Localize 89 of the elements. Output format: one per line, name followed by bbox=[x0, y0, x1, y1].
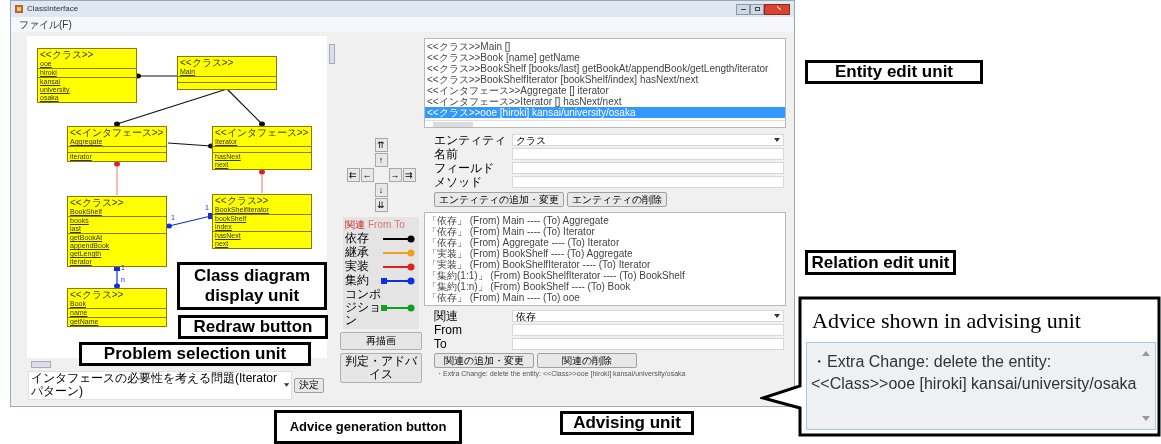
dependency-line bbox=[167, 142, 214, 149]
field-label: 名前 bbox=[434, 147, 459, 161]
legend-label: 依存 bbox=[345, 232, 370, 245]
annotation-label: Advice generation button bbox=[274, 410, 462, 444]
entity-list-item[interactable]: <<インタフェース>>Iterator [] hasNext/next bbox=[425, 96, 785, 107]
entity-list-item[interactable]: <<インタフェース>>Aggregate [] iterator bbox=[425, 85, 785, 96]
legend-label: コンポジション bbox=[345, 288, 381, 327]
move-button[interactable]: ⇈ bbox=[374, 138, 388, 152]
scroll-down-icon bbox=[1142, 416, 1150, 421]
relation-list-item[interactable]: 「実装」 (From) BookShelf ---- (To) Aggregate bbox=[425, 248, 785, 259]
class-stereotype: <<クラス>> bbox=[179, 57, 235, 68]
caret-icon bbox=[283, 383, 289, 387]
caret-icon bbox=[774, 314, 780, 318]
field-label: メソッド bbox=[434, 175, 483, 189]
input-field[interactable] bbox=[512, 324, 784, 336]
class-stereotype: <<クラス>> bbox=[69, 289, 125, 300]
move-button[interactable]: ↑ bbox=[374, 153, 388, 167]
form-button[interactable]: エンティティの削除 bbox=[567, 192, 667, 207]
move-button[interactable]: ⇊ bbox=[374, 198, 388, 212]
problem-dropdown[interactable]: インタフェースの必要性を考える問題(Iteratorパターン) bbox=[28, 370, 292, 400]
legend-label: 実装 bbox=[345, 260, 370, 273]
legend-header: To bbox=[394, 219, 405, 231]
realization-line bbox=[259, 169, 265, 194]
relation-list-item[interactable]: 「実装」 (From) BookShelfIterator ---- (To) Iterator bbox=[425, 259, 785, 270]
field-label: From bbox=[434, 323, 463, 337]
field-label: To bbox=[434, 337, 448, 351]
dependency-line bbox=[135, 73, 178, 79]
form-button[interactable]: 決定 bbox=[294, 377, 324, 393]
legend-label: 継承 bbox=[345, 246, 370, 259]
input-field[interactable] bbox=[512, 162, 784, 174]
aggregation-line bbox=[114, 265, 120, 289]
annotation-label: Entity edit unit bbox=[805, 60, 983, 84]
annotation-label: Advising unit bbox=[560, 411, 694, 435]
field-label: 関連 bbox=[434, 309, 459, 323]
vertical-scrollbar[interactable] bbox=[328, 44, 335, 64]
entity-list[interactable] bbox=[424, 38, 786, 128]
legend-label: 集約 bbox=[345, 274, 369, 287]
menu-item[interactable]: ファイル(F) bbox=[19, 18, 72, 31]
relation-list[interactable] bbox=[424, 212, 786, 306]
field-label: エンティティ bbox=[434, 133, 507, 147]
relation-list-item[interactable]: 「依存」 (From) Main ---- (To) Iterator bbox=[425, 226, 785, 237]
relation-list-item[interactable]: 「依存」 (From) Main ---- (To) Aggregate bbox=[425, 215, 785, 226]
app-icon bbox=[15, 5, 23, 13]
entity-list-item[interactable]: <<クラス>>Book [name] getName bbox=[425, 52, 785, 63]
minimize-button[interactable] bbox=[736, 3, 750, 15]
move-button[interactable]: → bbox=[388, 168, 402, 182]
class-stereotype: <<インタフェース>> bbox=[214, 127, 310, 138]
entity-list-item[interactable]: <<クラス>>BookShelf [books/last] getBookAt/appendBook/getLength/iterator bbox=[425, 63, 785, 74]
advice-text: ・Extra Change: delete the entity: <<Class>>ooe [hiroki] kansai/university/osaka bbox=[810, 352, 1137, 394]
relation-list-item[interactable]: 「依存」 (From) Aggregate ---- (To) Iterator bbox=[425, 237, 785, 248]
legend-header: From bbox=[368, 219, 392, 231]
class-stereotype: <<クラス>> bbox=[214, 195, 270, 206]
horizontal-scrollbar[interactable] bbox=[433, 121, 473, 127]
form-button[interactable]: 関連の追加・変更 bbox=[434, 353, 534, 368]
relation-list-item[interactable]: 「集約(1:1)」 (From) BookShelfIterator ---- (To) BookShelf bbox=[425, 270, 785, 281]
close-button[interactable] bbox=[764, 3, 790, 15]
field-label: フィールド bbox=[434, 161, 495, 175]
annotation-label: Problem selection unit bbox=[79, 342, 311, 366]
entity-list-item[interactable]: <<クラス>>BookShelfIterator [bookShelf/index] hasNext/next bbox=[425, 74, 785, 85]
annotation-label: Class diagram display unit bbox=[177, 262, 327, 310]
entity-list-item[interactable]: <<クラス>>Main [] bbox=[425, 41, 785, 52]
relation-list-item[interactable]: 「依存」 (From) Main ---- (To) ooe bbox=[425, 292, 785, 303]
input-field[interactable] bbox=[512, 148, 784, 160]
class-stereotype: <<クラス>> bbox=[39, 49, 95, 60]
class-stereotype: <<インタフェース>> bbox=[69, 127, 165, 138]
annotation-label: Relation edit unit bbox=[805, 250, 956, 275]
move-button[interactable]: ⇉ bbox=[402, 168, 416, 182]
move-button[interactable]: ⇇ bbox=[346, 168, 360, 182]
form-button[interactable]: 関連の削除 bbox=[537, 353, 637, 368]
annotation-label: Redraw button bbox=[178, 315, 328, 339]
move-button[interactable]: ↓ bbox=[374, 183, 388, 197]
caret-icon bbox=[774, 138, 780, 142]
input-field[interactable] bbox=[512, 176, 784, 188]
input-field[interactable] bbox=[512, 338, 784, 350]
move-button[interactable]: ← bbox=[360, 168, 374, 182]
scroll-up-icon bbox=[1142, 351, 1150, 356]
realization-line bbox=[114, 161, 120, 196]
horizontal-scrollbar[interactable] bbox=[31, 360, 51, 368]
maximize-button[interactable] bbox=[750, 3, 764, 15]
relation-list-item[interactable]: 「集約(1:n)」 (From) BookShelf ---- (To) Book bbox=[425, 281, 785, 292]
form-button[interactable]: エンティティの追加・変更 bbox=[434, 192, 564, 207]
callout-title: Advice shown in advising unit bbox=[812, 308, 1081, 334]
legend-header: 関連 bbox=[345, 219, 365, 231]
advice-button[interactable]: 判定・アドバイス bbox=[340, 353, 422, 383]
class-stereotype: <<クラス>> bbox=[69, 197, 125, 208]
dropdown[interactable]: 依存 bbox=[512, 310, 784, 322]
window-title: ClassInterface bbox=[27, 3, 79, 15]
dropdown[interactable]: クラス bbox=[512, 134, 784, 146]
redraw-button[interactable]: 再描画 bbox=[340, 332, 422, 350]
